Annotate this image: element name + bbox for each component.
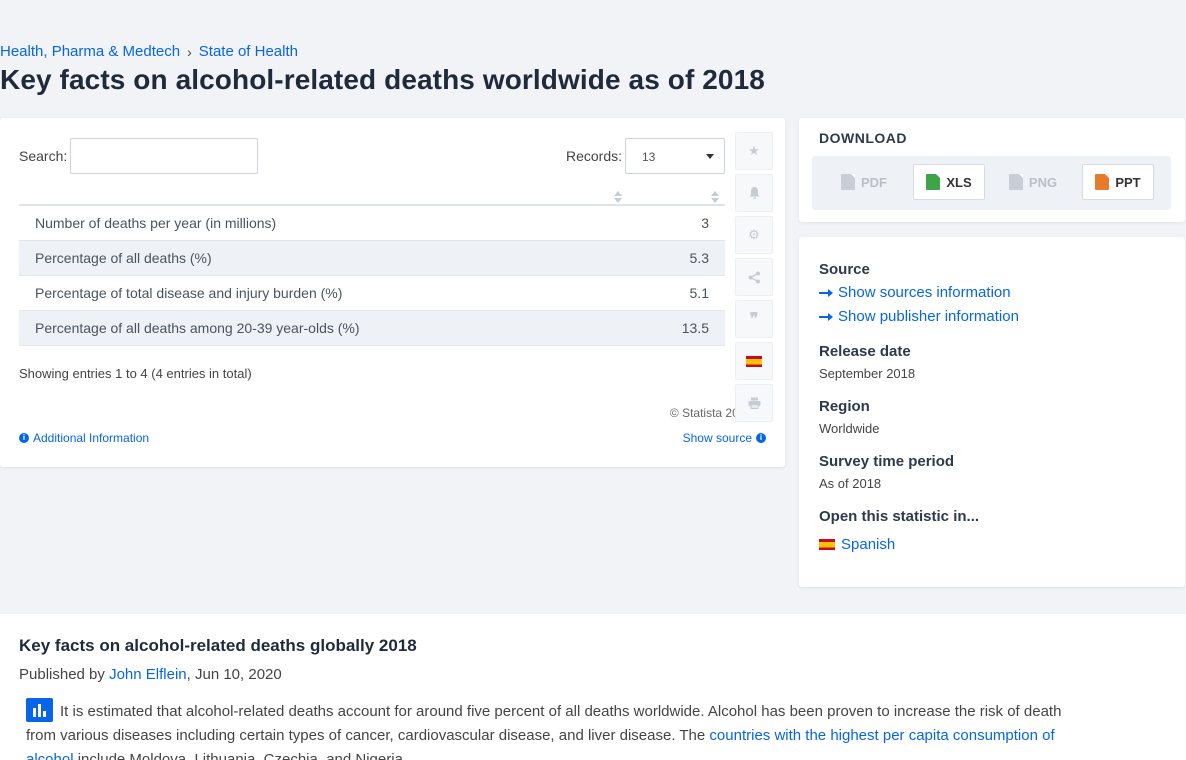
published-by-label: Published by <box>19 666 105 683</box>
row-label: Number of deaths per year (in millions) <box>35 215 277 231</box>
table-row: Percentage of all deaths (%) 5.3 <box>19 241 725 276</box>
row-label: Percentage of total disease and injury b… <box>35 285 343 301</box>
article-text-end: include Moldova, Lithuania, Czechia, and… <box>73 751 408 760</box>
quote-icon[interactable]: ❞ <box>735 300 773 338</box>
xls-file-icon <box>926 174 941 190</box>
region-heading: Region <box>819 398 870 415</box>
row-label: Percentage of all deaths (%) <box>35 250 212 266</box>
breadcrumb-separator: › <box>187 43 192 60</box>
download-buttons: PDF XLS PNG PPT <box>812 156 1171 210</box>
search-label: Search: <box>19 148 68 164</box>
row-label: Percentage of all deaths among 20-39 yea… <box>35 320 360 336</box>
survey-period-value: As of 2018 <box>819 476 882 491</box>
search-input[interactable] <box>70 138 258 174</box>
download-pdf-label: PDF <box>861 174 887 190</box>
breadcrumb-link-health[interactable]: Health, Pharma & Medtech <box>0 43 180 60</box>
source-heading: Source <box>819 261 870 278</box>
show-publisher-link[interactable]: Show publisher information <box>819 308 1019 325</box>
print-icon[interactable] <box>735 384 773 422</box>
open-statistic-heading: Open this statistic in... <box>819 508 980 525</box>
bell-icon[interactable] <box>735 174 773 212</box>
info-icon: i <box>756 433 766 443</box>
article-byline: Published by John Elflein, Jun 10, 2020 <box>19 666 282 683</box>
share-icon[interactable] <box>735 258 773 296</box>
survey-period-heading: Survey time period <box>819 453 955 470</box>
download-panel: DOWNLOAD PDF XLS PNG PPT <box>799 118 1185 222</box>
table-header <box>19 188 725 206</box>
pdf-file-icon <box>841 174 855 190</box>
row-value: 13.5 <box>681 320 709 336</box>
show-source-link[interactable]: Show source i <box>683 431 766 445</box>
records-value: 13 <box>642 150 656 164</box>
statistic-card: Search: Records: 13 Number of deaths per… <box>0 118 785 467</box>
row-value: 5.3 <box>689 250 709 266</box>
author-link[interactable]: John Elflein <box>109 666 187 683</box>
arrow-right-icon <box>819 312 833 321</box>
download-pdf-button[interactable]: PDF <box>828 164 900 200</box>
row-value: 3 <box>701 215 709 231</box>
region-value: Worldwide <box>819 421 880 436</box>
ppt-file-icon <box>1095 174 1110 190</box>
download-png-button[interactable]: PNG <box>997 164 1069 200</box>
table-row: Number of deaths per year (in millions) … <box>19 206 725 241</box>
show-publisher-label: Show publisher information <box>838 308 1019 325</box>
data-table: Number of deaths per year (in millions) … <box>19 188 725 346</box>
show-source-label: Show source <box>682 431 752 445</box>
open-in-spanish-link[interactable]: Spanish <box>819 536 895 553</box>
release-date-value: September 2018 <box>819 366 916 381</box>
open-in-spanish-label: Spanish <box>841 536 896 553</box>
entries-info: Showing entries 1 to 4 (4 entries in tot… <box>19 366 252 381</box>
show-sources-label: Show sources information <box>838 284 1011 301</box>
sort-label-column-icon[interactable] <box>614 191 622 203</box>
statistic-toolbar: ★ ⚙ ❞ <box>735 132 773 426</box>
records-label: Records: <box>566 148 623 164</box>
download-ppt-button[interactable]: PPT <box>1082 164 1154 200</box>
download-title: DOWNLOAD <box>819 130 907 146</box>
breadcrumb: Health, Pharma & Medtech › State of Heal… <box>0 43 298 60</box>
star-icon[interactable]: ★ <box>735 132 773 170</box>
page-title: Key facts on alcohol-related deaths worl… <box>0 64 765 95</box>
additional-information-link[interactable]: i Additional Information <box>19 431 149 445</box>
arrow-right-icon <box>819 288 833 297</box>
article-section: Key facts on alcohol-related deaths glob… <box>0 614 1186 760</box>
chevron-down-icon <box>706 154 714 159</box>
spain-flag-icon <box>819 539 835 550</box>
download-ppt-label: PPT <box>1115 174 1141 190</box>
gear-icon[interactable]: ⚙ <box>735 216 773 254</box>
records-select[interactable]: 13 <box>625 138 725 174</box>
additional-information-label: Additional Information <box>33 431 150 445</box>
download-xls-button[interactable]: XLS <box>913 164 985 200</box>
spain-flag <box>746 355 762 367</box>
article-body: It is estimated that alcohol-related dea… <box>26 700 1090 760</box>
download-png-label: PNG <box>1028 174 1058 190</box>
show-sources-link[interactable]: Show sources information <box>819 284 1011 301</box>
statistic-details: Source Show sources information Show pub… <box>799 237 1185 587</box>
info-icon: i <box>19 433 29 443</box>
sort-value-column-icon[interactable] <box>711 191 719 203</box>
flag-spain-icon[interactable] <box>735 342 773 380</box>
article-title: Key facts on alcohol-related deaths glob… <box>19 636 417 655</box>
row-value: 5.1 <box>689 285 709 301</box>
download-xls-label: XLS <box>946 174 972 190</box>
publish-date: , Jun 10, 2020 <box>186 666 282 683</box>
table-row: Percentage of all deaths among 20-39 yea… <box>19 311 725 346</box>
table-row: Percentage of total disease and injury b… <box>19 276 725 311</box>
breadcrumb-link-state-of-health[interactable]: State of Health <box>199 43 298 60</box>
top-bar <box>0 0 1186 36</box>
release-date-heading: Release date <box>819 343 911 360</box>
png-file-icon <box>1008 174 1023 190</box>
